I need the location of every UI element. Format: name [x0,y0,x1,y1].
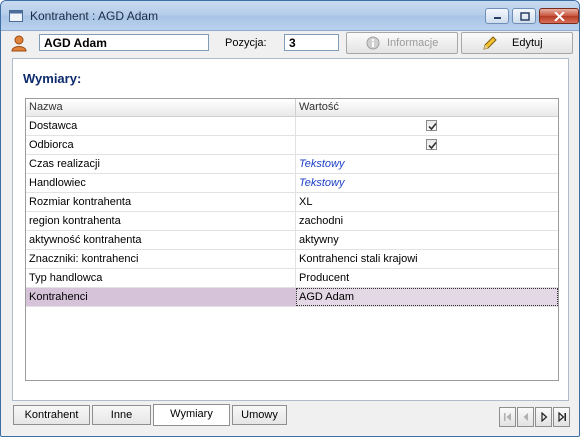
edit-button[interactable]: Edytuj [461,32,573,54]
title-bar[interactable]: Kontrahent : AGD Adam [1,1,579,31]
checkbox[interactable] [426,139,437,150]
edit-button-label: Edytuj [512,37,543,49]
info-button[interactable]: Informacje [346,32,458,54]
row-divider [295,174,296,192]
first-record-button[interactable] [499,407,516,427]
table-row[interactable]: Znaczniki: kontrahenci Kontrahenci stali… [26,250,558,269]
row-divider [295,136,296,154]
window-title: Kontrahent : AGD Adam [30,9,159,23]
previous-record-button[interactable] [517,407,534,427]
row-divider [295,212,296,230]
row-value[interactable]: Producent [299,272,349,284]
record-toolbar: AGD Adam Pozycja: 3 Informacje Edytuj [3,31,579,56]
tab-wymiary[interactable]: Wymiary [153,404,230,426]
minimize-icon [494,17,501,19]
maximize-icon [520,12,530,21]
column-header-value[interactable]: Wartość [299,101,339,113]
first-record-icon [504,413,511,421]
row-name: Znaczniki: kontrahenci [29,253,139,265]
row-divider [295,193,296,211]
row-value[interactable]: zachodni [299,215,343,227]
row-name: Odbiorca [29,139,74,151]
tab-inne[interactable]: Inne [92,405,151,425]
row-value[interactable]: aktywny [299,234,339,246]
last-record-button[interactable] [553,407,570,427]
row-value[interactable]: Tekstowy [299,177,344,189]
next-record-button[interactable] [535,407,552,427]
row-name: Handlowiec [29,177,86,189]
contractor-person-icon [11,35,27,52]
row-name: Czas realizacji [29,158,100,170]
row-value[interactable]: XL [299,196,312,208]
row-name: Dostawca [29,120,78,132]
table-row[interactable]: Typ handlowca Producent [26,269,558,288]
pencil-icon [483,36,497,50]
info-button-label: Informacje [387,37,439,49]
row-name: aktywność kontrahenta [29,234,142,246]
close-icon [554,12,565,21]
row-value[interactable]: Kontrahenci stali krajowi [299,253,418,265]
table-row[interactable]: region kontrahenta zachodni [26,212,558,231]
dimensions-grid[interactable]: Nazwa Wartość Dostawca Odbiorca Czas rea [25,98,559,381]
table-row[interactable]: Rozmiar kontrahenta XL [26,193,558,212]
row-divider [295,231,296,249]
contractor-name-field[interactable]: AGD Adam [39,34,209,51]
dialog-window: Kontrahent : AGD Adam AGD Adam Pozycja: … [0,0,580,437]
minimize-button[interactable] [485,8,509,24]
row-divider [295,250,296,268]
table-row-selected[interactable]: Kontrahenci AGD Adam [26,288,558,307]
position-field[interactable]: 3 [284,34,339,51]
row-divider [295,117,296,135]
checkbox[interactable] [426,120,437,131]
last-record-icon [558,412,566,422]
row-value[interactable]: Tekstowy [299,158,344,170]
table-row[interactable]: Dostawca [26,117,558,136]
section-title: Wymiary: [23,71,82,86]
column-header-name[interactable]: Nazwa [29,101,63,113]
row-name: Rozmiar kontrahenta [29,196,132,208]
position-label: Pozycja: [225,37,267,49]
grid-header: Nazwa Wartość [26,99,558,117]
maximize-button[interactable] [512,8,536,24]
table-row[interactable]: Handlowiec Tekstowy [26,174,558,193]
table-row[interactable]: Odbiorca [26,136,558,155]
info-icon [366,36,380,50]
row-name: Kontrahenci [29,291,88,303]
tab-umowy[interactable]: Umowy [232,405,287,425]
previous-record-icon [523,413,528,421]
row-name: region kontrahenta [29,215,121,227]
table-row[interactable]: Czas realizacji Tekstowy [26,155,558,174]
tab-kontrahent[interactable]: Kontrahent [13,405,90,425]
column-divider [295,99,296,116]
row-value[interactable]: AGD Adam [299,291,354,303]
row-name: Typ handlowca [29,272,103,284]
checkmark-icon [428,122,437,131]
table-row[interactable]: aktywność kontrahenta aktywny [26,231,558,250]
row-divider [295,269,296,287]
next-record-icon [541,412,548,422]
dimensions-panel: Wymiary: Nazwa Wartość Dostawca Odbiorca [12,58,569,401]
bottom-tab-bar: Kontrahent Inne Wymiary Umowy [1,402,579,436]
app-window-icon [9,10,23,22]
row-divider [295,155,296,173]
close-button[interactable] [539,8,579,24]
checkmark-icon [428,141,437,150]
